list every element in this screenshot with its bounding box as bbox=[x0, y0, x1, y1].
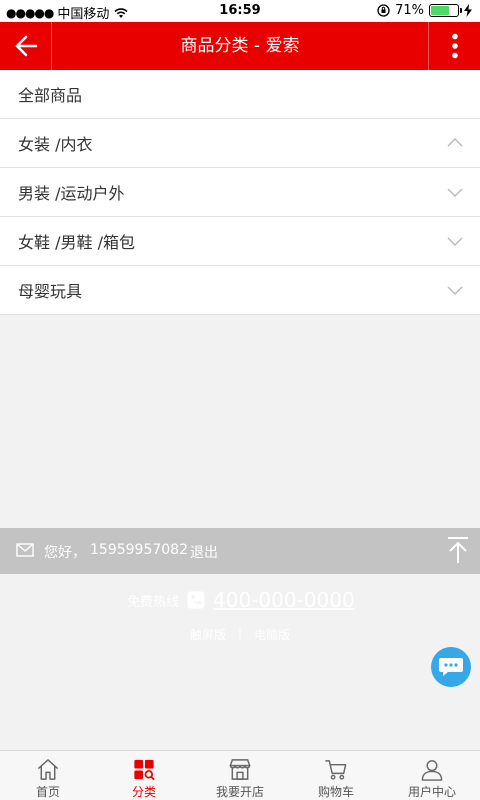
category-item-women[interactable]: 女装 /内衣 bbox=[0, 119, 480, 168]
back-button[interactable] bbox=[0, 22, 52, 70]
arrow-left-icon bbox=[15, 35, 37, 57]
tab-open-store[interactable]: 我要开店 bbox=[192, 751, 288, 800]
tab-label: 首页 bbox=[35, 785, 60, 799]
app-header: 商品分类 - 爱索 bbox=[0, 22, 480, 70]
version-links: 触屏版 | 电脑版 bbox=[190, 626, 290, 643]
charging-icon bbox=[464, 4, 472, 17]
category-label: 全部商品 bbox=[18, 86, 83, 105]
more-vertical-icon bbox=[451, 33, 458, 59]
link-separator: | bbox=[238, 626, 243, 640]
battery-icon bbox=[429, 4, 462, 17]
category-label: 女鞋 /男鞋 /箱包 bbox=[18, 233, 135, 252]
chat-button[interactable] bbox=[431, 647, 471, 687]
chevron-down-icon bbox=[447, 237, 463, 247]
category-icon bbox=[134, 759, 155, 781]
chat-icon bbox=[439, 658, 463, 676]
tab-bar: 首页 分类 我要开店 购物车 用户中心 bbox=[0, 750, 480, 800]
hotline-number[interactable]: 400-000-0000 bbox=[213, 588, 355, 612]
category-item-men[interactable]: 男装 /运动户外 bbox=[0, 168, 480, 217]
tab-user-center[interactable]: 用户中心 bbox=[384, 751, 480, 800]
pc-version-link[interactable]: 电脑版 bbox=[254, 626, 290, 643]
category-item-baby[interactable]: 母婴玩具 bbox=[0, 266, 480, 315]
category-item-all[interactable]: 全部商品 bbox=[0, 70, 480, 119]
category-label: 男装 /运动户外 bbox=[18, 184, 125, 203]
tab-label: 用户中心 bbox=[407, 785, 456, 799]
category-item-shoes[interactable]: 女鞋 /男鞋 /箱包 bbox=[0, 217, 480, 266]
category-label: 母婴玩具 bbox=[18, 282, 83, 301]
hotline[interactable]: 免费热线 400-000-0000 bbox=[127, 588, 355, 612]
logout-link[interactable]: 退出 bbox=[190, 542, 218, 562]
tab-label: 我要开店 bbox=[215, 785, 264, 799]
chevron-down-icon bbox=[447, 286, 463, 296]
tab-label: 分类 bbox=[131, 785, 156, 799]
tab-label: 购物车 bbox=[317, 785, 354, 799]
chevron-down-icon bbox=[447, 188, 463, 198]
tab-cart[interactable]: 购物车 bbox=[288, 751, 384, 800]
mail-icon bbox=[16, 543, 34, 557]
chevron-up-icon bbox=[447, 137, 463, 147]
status-bar: ●●●●● 中国移动 16:59 71% bbox=[0, 0, 480, 22]
tab-category[interactable]: 分类 bbox=[96, 751, 192, 800]
phone-icon bbox=[187, 591, 205, 609]
cart-icon bbox=[325, 760, 347, 780]
user-bar: 您好， 15959957082 退出 bbox=[0, 528, 480, 574]
more-button[interactable] bbox=[428, 22, 480, 70]
hotline-label: 免费热线 bbox=[127, 594, 180, 610]
category-list: 全部商品 女装 /内衣 男装 /运动户外 女鞋 /男鞋 /箱包 母婴玩具 bbox=[0, 70, 480, 315]
user-phone: 15959957082 bbox=[90, 542, 188, 558]
rotation-lock-icon bbox=[377, 4, 390, 17]
user-icon bbox=[421, 760, 443, 781]
back-to-top-icon[interactable] bbox=[446, 536, 470, 564]
greeting-text: 您好， bbox=[44, 545, 86, 561]
touch-version-link[interactable]: 触屏版 bbox=[190, 626, 226, 643]
home-icon bbox=[37, 759, 59, 780]
category-label: 女装 /内衣 bbox=[18, 135, 93, 154]
store-icon bbox=[229, 759, 251, 780]
battery-percent: 71% bbox=[395, 3, 424, 18]
tab-home[interactable]: 首页 bbox=[0, 751, 96, 800]
page-title: 商品分类 - 爱索 bbox=[180, 36, 300, 56]
